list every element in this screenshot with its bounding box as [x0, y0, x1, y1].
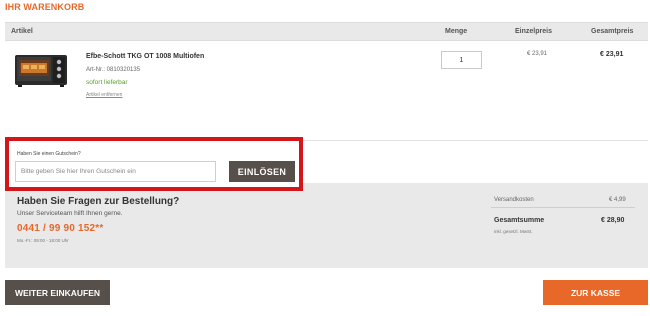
continue-shopping-button[interactable]: WEITER EINKAUFEN — [5, 280, 110, 305]
grand-total-label: Gesamtsumme — [494, 217, 545, 224]
cart-table-header: Artikel Menge Einzelpreis Gesamtpreis — [5, 22, 648, 41]
service-phone[interactable]: 0441 / 99 90 152** — [17, 223, 103, 234]
page-title: IHR WARENKORB — [5, 2, 85, 12]
service-summary-panel: Haben Sie Fragen zur Bestellung? Unser S… — [5, 183, 648, 268]
vat-note: inkl. gesetzl. MwSt. — [494, 229, 533, 234]
quantity-input[interactable] — [441, 51, 482, 69]
checkout-button[interactable]: ZUR KASSE — [543, 280, 648, 305]
item-total-price: € 23,91 — [600, 51, 624, 58]
service-hours: Mo.-Fr.: 09:00 - 18:00 Uhr — [17, 238, 69, 243]
remove-item-link[interactable]: Artikel entfernen — [86, 92, 122, 98]
shipping-label: Versandkosten — [494, 197, 534, 203]
redeem-voucher-button[interactable]: EINLÖSEN — [229, 161, 295, 182]
voucher-input[interactable] — [15, 161, 216, 182]
column-header-gesamtpreis: Gesamtpreis — [591, 28, 634, 35]
column-header-einzelpreis: Einzelpreis — [515, 28, 552, 35]
product-name[interactable]: Efbe-Schott TKG OT 1008 Multiofen — [86, 53, 204, 60]
availability-status: sofort lieferbar — [86, 79, 128, 86]
cart-item-row: Efbe-Schott TKG OT 1008 Multiofen Art-Nr… — [5, 41, 648, 141]
service-title: Haben Sie Fragen zur Bestellung? — [17, 196, 180, 207]
grand-total-value: € 28,90 — [601, 217, 625, 224]
shipping-value: € 4,99 — [609, 197, 626, 203]
unit-price: € 23,91 — [527, 51, 548, 57]
product-article-number: Art-Nr.: 0810320135 — [86, 67, 141, 73]
voucher-box: Haben Sie einen Gutschein? EINLÖSEN — [5, 137, 303, 191]
column-header-menge: Menge — [445, 28, 468, 35]
voucher-label: Haben Sie einen Gutschein? — [17, 151, 81, 157]
service-subtitle: Unser Serviceteam hilft Ihnen gerne. — [17, 210, 123, 217]
column-header-artikel: Artikel — [11, 28, 33, 35]
mini-oven-image[interactable] — [13, 51, 69, 89]
summary-divider — [491, 207, 635, 208]
